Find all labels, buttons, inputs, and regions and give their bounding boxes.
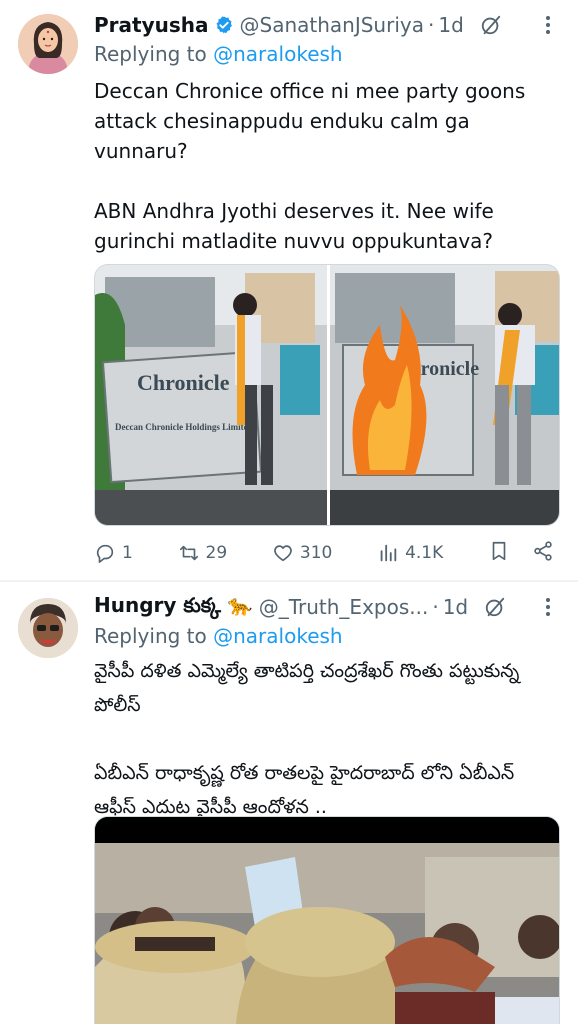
bookmark-icon[interactable]	[488, 540, 510, 567]
reply-icon	[96, 544, 114, 563]
separator-dot: ·	[427, 13, 435, 37]
retweet-icon	[179, 545, 198, 561]
more-icon[interactable]	[538, 10, 558, 40]
views-count: 4.1K	[405, 543, 444, 563]
verified-badge-icon	[214, 15, 234, 35]
display-name[interactable]: Pratyusha	[94, 13, 209, 37]
tweet-header: Pratyusha @SanathanJSuriya · 1d	[94, 10, 558, 40]
mention-link[interactable]: @naralokesh	[213, 624, 342, 648]
tweet-text: Deccan Chronice office ni mee party goon…	[94, 79, 526, 253]
user-handle[interactable]: @_Truth_Expos...	[259, 595, 429, 619]
timestamp[interactable]: 1d	[443, 595, 468, 619]
retweet-count: 29	[205, 543, 228, 563]
avatar[interactable]	[18, 14, 78, 74]
display-name[interactable]: Hungry కుక్క 🐆	[94, 593, 253, 622]
tweet-image[interactable]: Chronicle Deccan Chronicle Holdings Limi…	[94, 264, 560, 526]
reply-count: 1	[122, 543, 133, 563]
views-icon	[380, 544, 397, 562]
share-icon[interactable]	[532, 540, 554, 567]
avatar[interactable]	[18, 598, 78, 658]
tweet-2[interactable]: Hungry కుక్క 🐆 @_Truth_Expos... · 1d Rep…	[0, 582, 578, 1024]
replying-to-prefix: Replying to	[94, 624, 214, 648]
grok-icon[interactable]	[484, 596, 506, 618]
replying-to: Replying to @naralokesh	[94, 42, 343, 66]
tweet-actions: 1 29 310 4.1K	[94, 538, 554, 568]
sign-subtitle-left: Deccan Chronicle Holdings Limited	[115, 422, 253, 432]
more-icon[interactable]	[538, 592, 558, 622]
tweet-text: వైసీపీ దళిత ఎమ్మెల్యే తాటిపర్తి చంద్రశేఖ…	[94, 660, 520, 818]
tweet-1[interactable]: Pratyusha @SanathanJSuriya · 1d Replying…	[0, 0, 578, 580]
timestamp[interactable]: 1d	[438, 13, 463, 37]
tweet-video[interactable]	[94, 816, 560, 1024]
tweet-secondary-actions	[488, 540, 554, 567]
views-button[interactable]: 4.1K	[377, 542, 443, 564]
mention-link[interactable]: @naralokesh	[213, 42, 342, 66]
like-icon	[274, 545, 292, 562]
user-handle[interactable]: @SanathanJSuriya	[240, 13, 424, 37]
reply-button[interactable]: 1	[94, 542, 133, 564]
like-count: 310	[299, 543, 333, 563]
retweet-button[interactable]: 29	[178, 542, 228, 564]
like-button[interactable]: 310	[272, 542, 332, 564]
replying-to: Replying to @naralokesh	[94, 624, 343, 648]
tweet-header: Hungry కుక్క 🐆 @_Truth_Expos... · 1d	[94, 592, 558, 622]
sign-title-left: Chronicle	[137, 370, 230, 395]
grok-icon[interactable]	[480, 14, 502, 36]
replying-to-prefix: Replying to	[94, 42, 214, 66]
separator-dot: ·	[432, 595, 439, 619]
